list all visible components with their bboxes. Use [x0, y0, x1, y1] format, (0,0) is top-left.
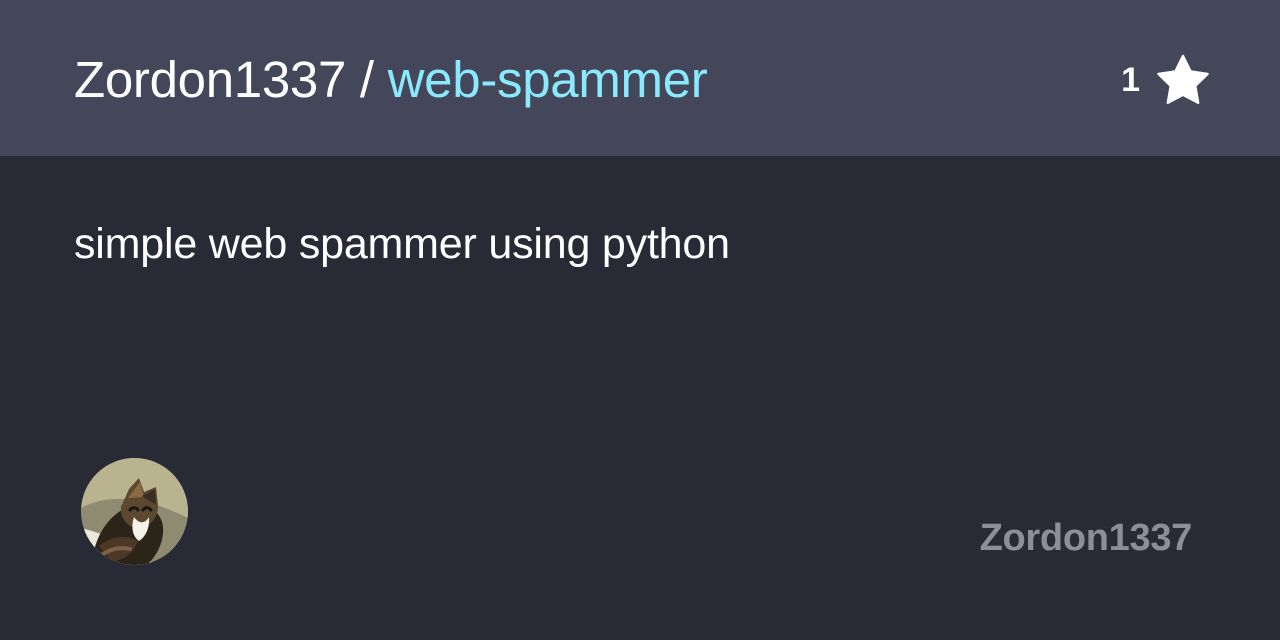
repo-header: Zordon1337 / web-spammer 1: [0, 0, 1280, 156]
footer-username[interactable]: Zordon1337: [980, 514, 1193, 562]
repo-title: Zordon1337 / web-spammer: [74, 50, 708, 110]
repo-owner-link[interactable]: Zordon1337: [74, 51, 346, 108]
repo-name-link[interactable]: web-spammer: [388, 51, 708, 108]
repo-separator: /: [346, 51, 388, 108]
repo-description: simple web spammer using python: [74, 220, 730, 268]
star-counter[interactable]: 1: [1121, 53, 1210, 107]
star-icon[interactable]: [1156, 54, 1210, 106]
avatar[interactable]: [81, 458, 188, 565]
star-count: 1: [1121, 61, 1140, 99]
